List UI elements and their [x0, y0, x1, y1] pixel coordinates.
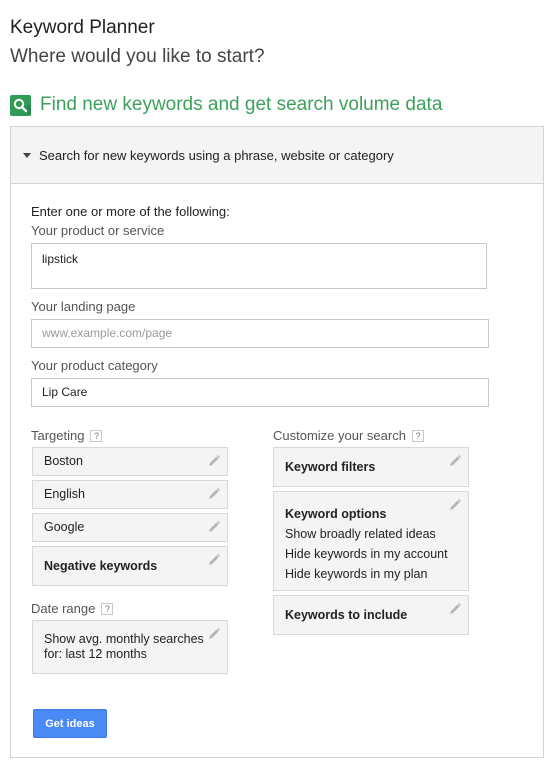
targeting-help-icon[interactable]: ?	[90, 429, 103, 442]
keywords-to-include-card[interactable]: Keywords to include	[273, 595, 469, 635]
product-input[interactable]: lipstick	[31, 243, 487, 289]
language-value: English	[44, 487, 85, 501]
pencil-icon	[450, 499, 461, 510]
keyword-option-line: Hide keywords in my account	[285, 547, 448, 561]
customize-label: Customize your search ?	[273, 428, 424, 443]
panel-header-label: Search for new keywords using a phrase, …	[39, 147, 394, 163]
pencil-icon	[450, 603, 461, 614]
category-input[interactable]: Lip Care	[31, 378, 489, 407]
location-value: Boston	[44, 454, 83, 468]
pencil-icon	[209, 521, 220, 532]
negative-keywords-label: Negative keywords	[44, 559, 158, 573]
customize-label-text: Customize your search	[273, 428, 406, 443]
category-label: Your product category	[31, 358, 158, 373]
find-keywords-section-header[interactable]: Find new keywords and get search volume …	[10, 94, 442, 116]
keyword-filters-card[interactable]: Keyword filters	[273, 447, 469, 487]
keywords-to-include-label: Keywords to include	[285, 608, 408, 622]
keyword-options-card[interactable]: Keyword options Show broadly related ide…	[273, 491, 469, 591]
targeting-language[interactable]: English	[32, 480, 228, 509]
pencil-icon	[209, 488, 220, 499]
pencil-icon	[209, 628, 220, 639]
date-range-line-1: Show avg. monthly searches	[44, 632, 204, 646]
get-ideas-button[interactable]: Get ideas	[33, 709, 107, 738]
keyword-option-line: Show broadly related ideas	[285, 527, 436, 541]
date-range-line-2: for: last 12 months	[44, 647, 147, 661]
intro-label: Enter one or more of the following:	[31, 204, 230, 219]
date-range-label-text: Date range	[31, 601, 96, 616]
page-subtitle: Where would you like to start?	[10, 46, 265, 67]
negative-keywords-card[interactable]: Negative keywords	[32, 546, 228, 586]
date-range-help-icon[interactable]: ?	[101, 602, 114, 615]
product-label: Your product or service	[31, 223, 165, 238]
find-keywords-title: Find new keywords and get search volume …	[40, 94, 443, 115]
keyword-filters-label: Keyword filters	[285, 460, 376, 474]
search-icon	[10, 94, 31, 116]
network-value: Google	[44, 520, 85, 534]
panel-toggle[interactable]: Search for new keywords using a phrase, …	[11, 127, 543, 184]
keyword-options-title: Keyword options	[285, 507, 387, 521]
keyword-option-line: Hide keywords in my plan	[285, 567, 428, 581]
pencil-icon	[209, 455, 220, 466]
customize-help-icon[interactable]: ?	[411, 429, 424, 442]
targeting-label: Targeting ?	[31, 428, 103, 443]
landing-page-label: Your landing page	[31, 299, 136, 314]
date-range-card[interactable]: Show avg. monthly searches for: last 12 …	[32, 620, 228, 674]
targeting-label-text: Targeting	[31, 428, 85, 443]
date-range-label: Date range ?	[31, 601, 114, 616]
page-title: Keyword Planner	[10, 17, 155, 38]
search-panel: Search for new keywords using a phrase, …	[10, 126, 544, 758]
landing-page-input[interactable]: www.example.com/page	[31, 319, 489, 348]
pencil-icon	[209, 554, 220, 565]
targeting-location[interactable]: Boston	[32, 447, 228, 476]
caret-down-icon	[23, 152, 31, 158]
pencil-icon	[450, 455, 461, 466]
targeting-network[interactable]: Google	[32, 513, 228, 542]
